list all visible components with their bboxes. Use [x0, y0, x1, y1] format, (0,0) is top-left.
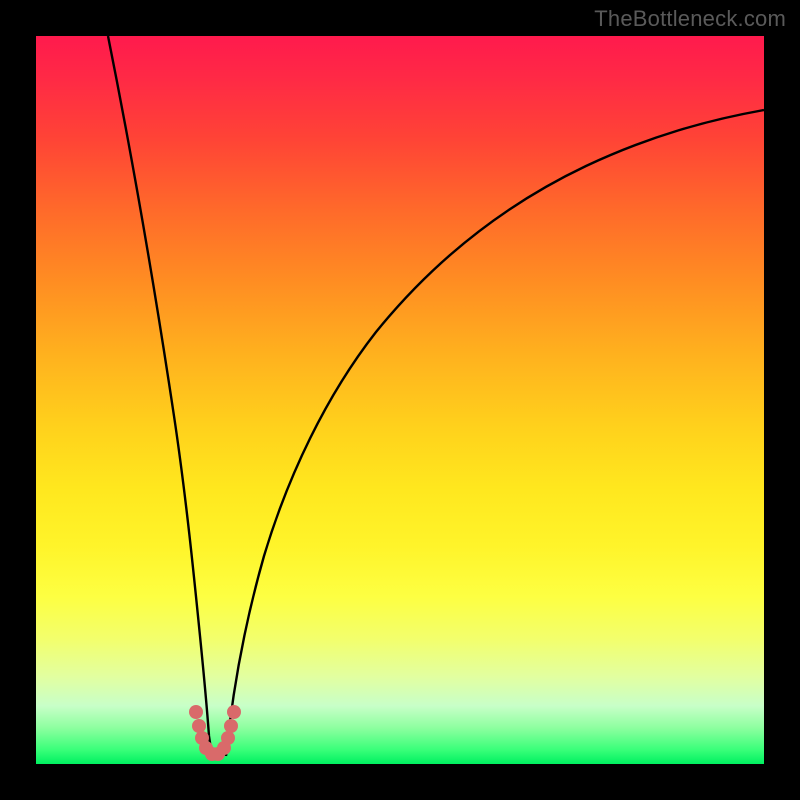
- curve-left-branch: [108, 36, 212, 756]
- watermark-text: TheBottleneck.com: [594, 6, 786, 32]
- plot-area: [36, 36, 764, 764]
- valley-marker-cluster: [189, 705, 241, 761]
- curve-layer: [36, 36, 764, 764]
- curve-right-branch: [226, 110, 764, 756]
- chart-frame: TheBottleneck.com: [0, 0, 800, 800]
